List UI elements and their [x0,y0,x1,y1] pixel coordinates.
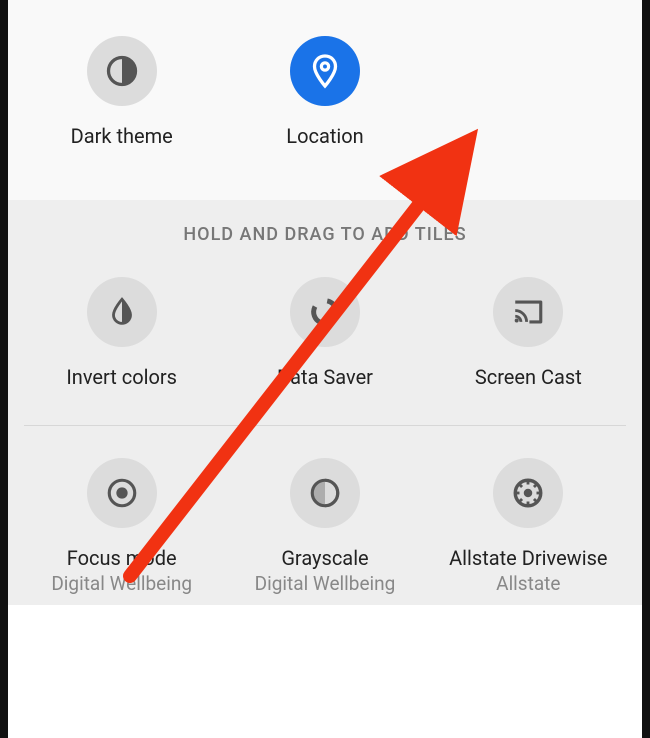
droplet-half-icon [87,277,157,347]
ring-gap-icon [290,277,360,347]
tile-label: Screen Cast [475,365,582,389]
active-tiles-grid: Dark theme Location [8,30,642,158]
location-pin-icon [290,36,360,106]
tile-focus-mode[interactable]: Focus mode Digital Wellbeing [20,452,223,605]
tile-sublabel: Digital Wellbeing [51,572,192,595]
tile-allstate-drivewise[interactable]: Allstate Drivewise Allstate [427,452,630,605]
tile-label: Grayscale [281,546,368,570]
tile-label: Data Saver [277,365,373,389]
wheel-icon [493,458,563,528]
tile-label: Invert colors [66,365,177,389]
tile-sublabel: Digital Wellbeing [255,572,396,595]
tile-grayscale[interactable]: Grayscale Digital Wellbeing [223,452,426,605]
tile-sublabel: Allstate [496,572,560,595]
row-divider [24,425,626,426]
tile-label: Dark theme [71,124,173,148]
qs-edit-panel: Dark theme Location HOLD AND DRAG TO ADD… [0,0,650,738]
available-row-1: Invert colors Data Saver [8,271,642,399]
drag-instruction: HOLD AND DRAG TO ADD TILES [8,224,642,245]
tile-data-saver[interactable]: Data Saver [223,271,426,399]
tile-label: Focus mode [67,546,177,570]
tile-location[interactable]: Location [223,30,426,158]
half-circle-outline-icon [290,458,360,528]
available-tiles-panel: HOLD AND DRAG TO ADD TILES Invert colors [8,200,642,605]
focus-ring-icon [87,458,157,528]
tile-invert-colors[interactable]: Invert colors [20,271,223,399]
active-tiles-panel: Dark theme Location [8,0,642,200]
tile-screen-cast[interactable]: Screen Cast [427,271,630,399]
tile-dark-theme[interactable]: Dark theme [20,30,223,158]
tile-label: Location [286,124,363,148]
available-row-2: Focus mode Digital Wellbeing Grayscale D… [8,452,642,605]
cast-icon [493,277,563,347]
dark-theme-icon [87,36,157,106]
tile-label: Allstate Drivewise [449,546,607,570]
